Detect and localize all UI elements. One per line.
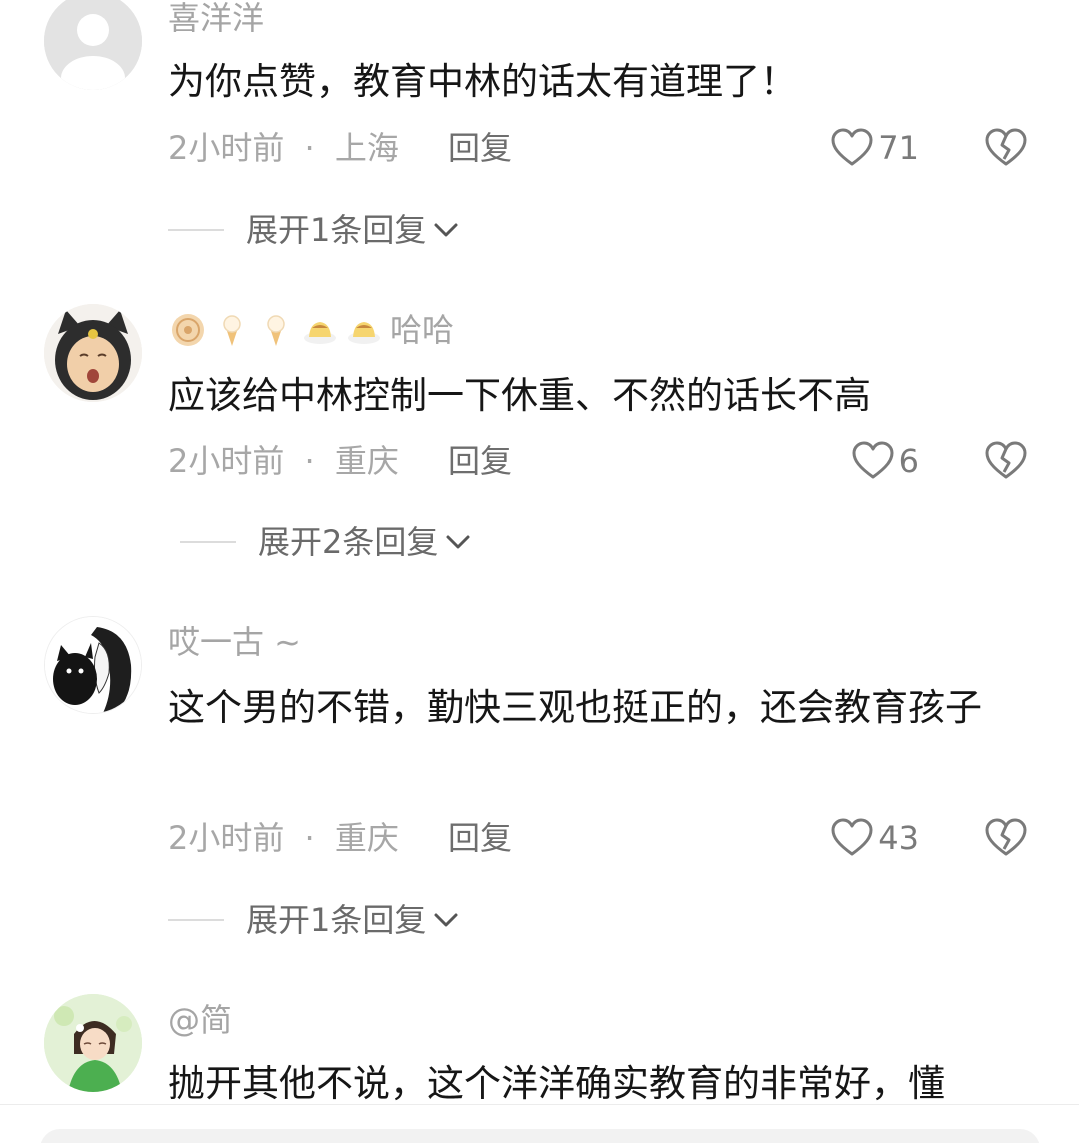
like-button[interactable]: 6 <box>851 441 919 481</box>
broken-heart-icon <box>985 128 1027 166</box>
comment-meta: 2小时前 · 重庆 回复 <box>168 441 512 481</box>
dislike-button[interactable] <box>984 128 1028 172</box>
ice-cream-icon <box>267 315 285 346</box>
reply-button[interactable]: 回复 <box>448 128 512 168</box>
username-text: 哈哈 <box>390 311 455 349</box>
avatar[interactable] <box>44 994 142 1092</box>
avatar[interactable] <box>44 0 142 90</box>
comment-text: 应该给中林控制一下休重、不然的话长不高 <box>168 374 871 417</box>
heart-icon <box>831 128 873 166</box>
comment-time: 2小时前 <box>168 129 285 167</box>
comment-meta: 2小时前 · 重庆 回复 <box>168 818 512 858</box>
expand-replies-button[interactable]: 展开1条回复 <box>168 900 460 940</box>
heart-icon <box>852 441 894 479</box>
like-count: 71 <box>878 129 919 167</box>
bottom-comment-bar <box>0 1104 1079 1143</box>
avatar[interactable] <box>44 616 142 714</box>
expand-replies-label: 展开1条回复 <box>246 211 427 249</box>
comment-input-field[interactable] <box>40 1129 1040 1143</box>
expand-replies-label: 展开1条回复 <box>246 901 427 939</box>
like-count: 6 <box>898 442 919 480</box>
comment-list-page: 喜洋洋 为你点赞，教育中林的话太有道理了！ 2小时前 · 上海 回复 71 展开… <box>0 0 1079 1143</box>
reply-button[interactable]: 回复 <box>448 441 512 481</box>
meta-separator: · <box>304 442 315 480</box>
avatar[interactable] <box>44 304 142 402</box>
like-count: 43 <box>878 819 919 857</box>
username[interactable]: 哈哈 <box>168 310 454 350</box>
expand-replies-label: 展开2条回复 <box>258 523 439 561</box>
divider-line <box>180 541 236 543</box>
meta-separator: · <box>304 819 315 857</box>
mooncake-icon <box>172 314 204 346</box>
default-avatar-icon <box>44 0 142 90</box>
dislike-button[interactable] <box>984 441 1028 485</box>
username[interactable]: 喜洋洋 <box>168 0 264 38</box>
chevron-down-icon <box>446 535 470 549</box>
comment-location: 重庆 <box>334 442 399 480</box>
user-badges <box>168 310 384 350</box>
pudding-icon <box>348 322 380 344</box>
reply-button[interactable]: 回复 <box>448 818 512 858</box>
comment-text: 为你点赞，教育中林的话太有道理了！ <box>168 60 797 103</box>
pudding-icon <box>304 322 336 344</box>
username-text: 喜洋洋 <box>168 0 265 37</box>
username[interactable]: 哎一古 ~ <box>168 622 301 662</box>
ice-cream-icon <box>223 315 241 346</box>
comment-location: 重庆 <box>334 819 399 857</box>
comment-time: 2小时前 <box>168 819 285 857</box>
comment-location: 上海 <box>334 129 399 167</box>
girl-with-black-cat-avatar-icon <box>45 617 141 713</box>
expand-replies-button[interactable]: 展开1条回复 <box>168 210 460 250</box>
comment-text: 这个男的不错，勤快三观也挺正的，还会教育孩子 <box>168 686 982 729</box>
cat-costume-baby-avatar-icon <box>44 304 142 402</box>
chevron-down-icon <box>434 223 458 237</box>
meta-separator: · <box>304 129 315 167</box>
username-text: @简 <box>168 1001 233 1039</box>
broken-heart-icon <box>985 818 1027 856</box>
divider-line <box>168 919 224 921</box>
comment-time: 2小时前 <box>168 442 285 480</box>
heart-icon <box>831 818 873 856</box>
username-text: 哎一古 ~ <box>168 623 301 661</box>
girl-in-green-avatar-icon <box>44 994 142 1092</box>
like-button[interactable]: 43 <box>830 818 919 858</box>
expand-replies-button[interactable]: 展开2条回复 <box>180 522 472 562</box>
divider-line <box>168 229 224 231</box>
dislike-button[interactable] <box>984 818 1028 862</box>
broken-heart-icon <box>985 441 1027 479</box>
username[interactable]: @简 <box>168 1000 232 1040</box>
comment-meta: 2小时前 · 上海 回复 <box>168 128 512 168</box>
like-button[interactable]: 71 <box>830 128 919 168</box>
chevron-down-icon <box>434 913 458 927</box>
